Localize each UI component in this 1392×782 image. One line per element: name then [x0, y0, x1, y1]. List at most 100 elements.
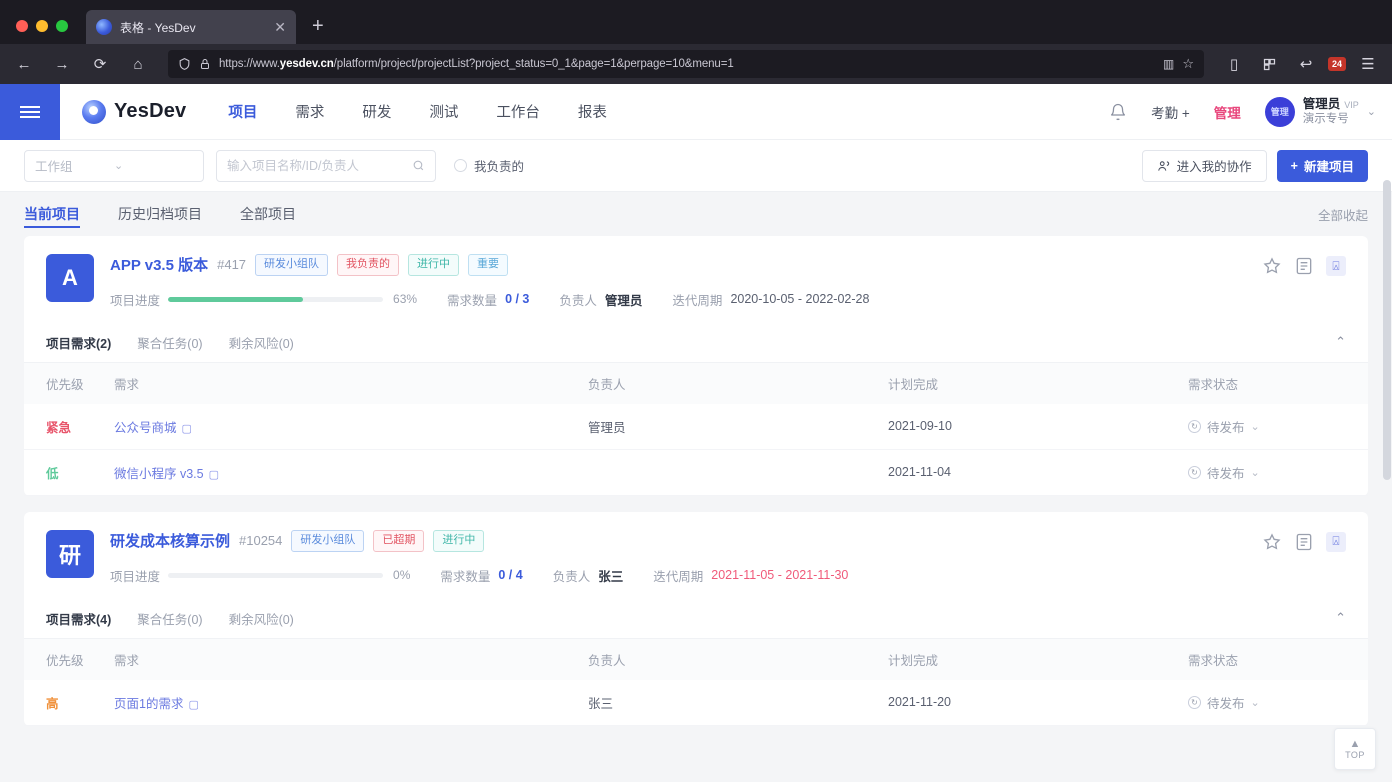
page-scrollbar[interactable] — [1382, 84, 1392, 782]
workgroup-select[interactable]: 工作组 ⌄ — [24, 149, 204, 182]
report-icon[interactable] — [1294, 532, 1314, 552]
status-group[interactable]: ↻ 待发布 ⌄ — [1188, 417, 1346, 436]
menu-toggle-button[interactable] — [0, 84, 60, 140]
requirement-link[interactable]: 微信小程序 v3.5 — [114, 467, 204, 481]
table-row[interactable]: 紧急 公众号商城 ▢ 管理员 2021-09-10 ↻ 待发布 ⌄ — [24, 403, 1368, 450]
nav-item-requirements[interactable]: 需求 — [293, 95, 326, 128]
export-icon[interactable]: ⍓ — [1326, 531, 1346, 552]
enter-collaboration-button[interactable]: 进入我的协作 — [1141, 149, 1267, 182]
tab-favicon — [96, 19, 112, 35]
chevron-down-icon[interactable]: ⌄ — [1251, 466, 1260, 479]
manage-link[interactable]: 管理 — [1214, 102, 1241, 122]
card-tab-tasks[interactable]: 聚合任务(0) — [137, 333, 202, 352]
new-project-button[interactable]: + 新建项目 — [1276, 149, 1368, 182]
project-card-body: APP v3.5 版本 #417 研发小组队 我负责的 进行中 重要 项目进度 … — [110, 254, 1246, 309]
user-menu[interactable]: 管理 管理员 VIP 演示专号 ⌄ — [1264, 96, 1376, 127]
maximize-window-button[interactable] — [56, 20, 68, 32]
undo-icon[interactable]: ↩ — [1292, 50, 1320, 78]
nav-item-reports[interactable]: 报表 — [576, 95, 609, 128]
tab-current-projects[interactable]: 当前项目 — [24, 192, 80, 236]
collapse-card-icon[interactable]: ⌃ — [1335, 334, 1346, 350]
arrow-up-icon: ▲ — [1349, 737, 1361, 750]
collapse-card-icon[interactable]: ⌃ — [1335, 610, 1346, 626]
close-tab-icon[interactable]: ✕ — [274, 20, 286, 34]
status-label: 待发布 — [1207, 466, 1245, 481]
nav-item-development[interactable]: 研发 — [360, 95, 393, 128]
search-box[interactable] — [216, 149, 436, 182]
col-status: 需求状态 — [1188, 637, 1368, 680]
attendance-link[interactable]: 考勤 + — [1151, 102, 1190, 122]
requirement-count-value[interactable]: 0 / 3 — [505, 292, 529, 306]
chevron-down-icon[interactable]: ⌄ — [1251, 420, 1260, 433]
chevron-down-icon[interactable]: ⌄ — [1251, 696, 1260, 709]
requirement-link[interactable]: 公众号商城 — [114, 421, 177, 435]
copy-icon[interactable]: ▢ — [188, 699, 198, 711]
my-projects-checkbox[interactable]: 我负责的 — [454, 156, 524, 175]
yesdev-logo-icon — [82, 99, 106, 124]
project-list: A APP v3.5 版本 #417 研发小组队 我负责的 进行中 重要 项目进… — [0, 236, 1392, 782]
close-window-button[interactable] — [16, 20, 28, 32]
browser-menu-icon[interactable]: ☰ — [1354, 50, 1382, 78]
col-status: 需求状态 — [1188, 361, 1368, 404]
star-icon[interactable] — [1262, 256, 1282, 276]
extension-badge[interactable]: 24 — [1327, 57, 1346, 71]
reader-mode-icon[interactable]: ▥ — [1163, 57, 1174, 71]
project-card: 研 研发成本核算示例 #10254 研发小组队 已超期 进行中 项目进度 0% … — [24, 511, 1368, 726]
card-tab-requirements[interactable]: 项目需求(4) — [46, 609, 111, 628]
nav-item-workbench[interactable]: 工作台 — [494, 95, 542, 128]
status-icon: ↻ — [1188, 419, 1201, 433]
sidebar-toggle-icon[interactable]: ▯ — [1220, 50, 1248, 78]
status-group[interactable]: ↻ 待发布 ⌄ — [1188, 693, 1346, 712]
card-tab-tasks[interactable]: 聚合任务(0) — [137, 609, 202, 628]
chevron-down-icon[interactable]: ⌄ — [1367, 105, 1376, 118]
forward-button[interactable]: → — [48, 50, 76, 78]
brand-logo-group[interactable]: YesDev — [60, 99, 204, 124]
status-group[interactable]: ↻ 待发布 ⌄ — [1188, 463, 1346, 482]
cycle-value: 2021-11-05 - 2021-11-30 — [711, 568, 849, 583]
copy-icon[interactable]: ▢ — [209, 469, 219, 481]
reload-button[interactable]: ⟳ — [86, 50, 114, 78]
progress-value: 0% — [393, 568, 411, 583]
requirement-link[interactable]: 页面1的需求 — [114, 697, 183, 711]
card-tab-risks[interactable]: 剩余风险(0) — [229, 609, 294, 628]
extensions-icon[interactable] — [1256, 50, 1284, 78]
chevron-down-icon: ⌄ — [114, 160, 124, 172]
table-row[interactable]: 高 页面1的需求 ▢ 张三 2021-11-20 ↻ 待发布 ⌄ — [24, 679, 1368, 726]
owner-group: 负责人 管理员 — [559, 290, 642, 309]
burger-line — [20, 115, 40, 118]
collapse-all-button[interactable]: 全部收起 — [1318, 205, 1368, 224]
browser-tab[interactable]: 表格 - YesDev ✕ — [86, 10, 296, 44]
card-tab-requirements[interactable]: 项目需求(2) — [46, 333, 111, 352]
copy-icon[interactable]: ▢ — [182, 423, 192, 435]
main-navigation: 项目 需求 研发 测试 工作台 报表 — [226, 95, 609, 128]
tab-all-projects[interactable]: 全部项目 — [240, 192, 296, 236]
tab-archived-projects[interactable]: 历史归档项目 — [118, 192, 202, 236]
nav-item-testing[interactable]: 测试 — [427, 95, 460, 128]
project-title[interactable]: APP v3.5 版本 — [110, 254, 208, 275]
star-icon[interactable] — [1262, 532, 1282, 552]
table-row[interactable]: 低 微信小程序 v3.5 ▢ 2021-11-04 ↻ 待发布 ⌄ — [24, 449, 1368, 496]
back-to-top-button[interactable]: ▲ TOP — [1334, 728, 1376, 770]
export-icon[interactable]: ⍓ — [1326, 256, 1346, 276]
progress-group: 0% — [168, 568, 410, 582]
owner-group: 负责人 张三 — [553, 566, 624, 585]
project-title[interactable]: 研发成本核算示例 — [110, 530, 230, 551]
scrollbar-thumb[interactable] — [1383, 180, 1391, 480]
address-bar[interactable]: https://www.yesdev.cn/platform/project/p… — [168, 50, 1204, 78]
bell-icon[interactable] — [1109, 103, 1127, 121]
requirement-count-value[interactable]: 0 / 4 — [498, 568, 522, 582]
search-input[interactable] — [227, 158, 412, 173]
cycle-group: 迭代周期 2021-11-05 - 2021-11-30 — [653, 566, 848, 585]
avatar: 管理 — [1264, 96, 1295, 127]
minimize-window-button[interactable] — [36, 20, 48, 32]
back-button[interactable]: ← — [10, 50, 38, 78]
card-tab-risks[interactable]: 剩余风险(0) — [229, 333, 294, 352]
progress-label: 项目进度 — [110, 293, 161, 308]
new-tab-button[interactable]: + — [302, 16, 334, 44]
report-icon[interactable] — [1294, 256, 1314, 276]
home-button[interactable]: ⌂ — [124, 50, 152, 78]
bookmark-icon[interactable]: ☆ — [1182, 56, 1194, 72]
search-icon[interactable] — [412, 159, 425, 172]
nav-item-projects[interactable]: 项目 — [226, 95, 259, 128]
project-card-actions: ⍓ — [1262, 254, 1346, 309]
